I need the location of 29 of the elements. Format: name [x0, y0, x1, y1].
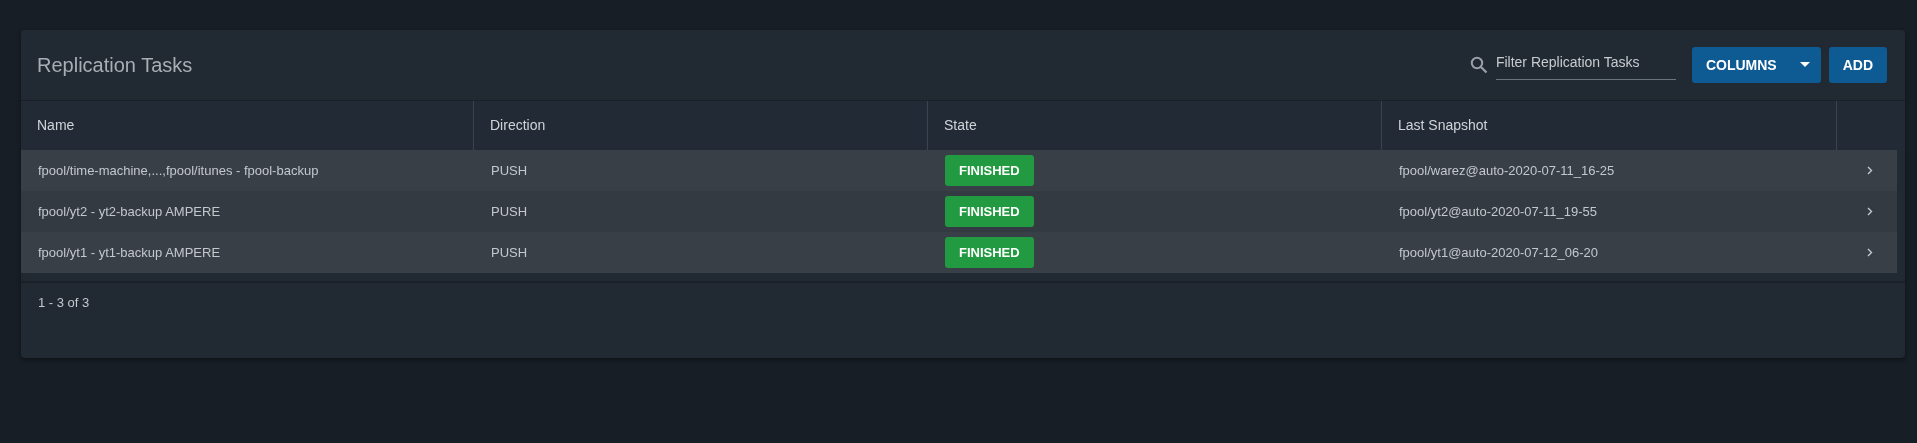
chevron-right-icon[interactable]: [1867, 166, 1873, 175]
table-cell-text: fpool/yt1@auto-2020-07-12_06-20: [1399, 243, 1598, 262]
filter-field[interactable]: Filter Replication Tasks: [1495, 50, 1676, 80]
pagination-range: 1 - 3 of 3: [38, 294, 90, 313]
table-cell-text: fpool/yt2@auto-2020-07-11_19-55: [1399, 202, 1597, 221]
table-row[interactable]: fpool/time-machine,...,fpool/itunes - fpool-backup PUSH FINISHED fpool/warez@auto-2020-07-11_16-25: [21, 150, 1897, 191]
table-cell-text: fpool/yt1 - yt1-backup AMPERE: [38, 243, 221, 262]
table-cell-text: PUSH: [491, 243, 528, 262]
table-cell-text: fpool/warez@auto-2020-07-11_16-25: [1399, 161, 1615, 180]
search-icon: [1469, 56, 1488, 74]
page-title: Replication Tasks: [37, 53, 194, 78]
caret-icon: [1798, 61, 1811, 69]
column-header[interactable]: State: [944, 115, 977, 136]
column-header[interactable]: Name: [37, 115, 75, 136]
status-badge: FINISHED: [945, 236, 1034, 269]
table-row[interactable]: fpool/yt1 - yt1-backup AMPERE PUSH FINISHED fpool/yt1@auto-2020-07-12_06-20: [21, 232, 1897, 273]
table-cell-text: fpool/time-machine,...,fpool/itunes - fpool-backup: [38, 161, 319, 180]
column-header[interactable]: Last Snapshot: [1398, 115, 1488, 136]
add-button[interactable]: ADD: [1828, 47, 1887, 83]
chevron-right-icon[interactable]: [1867, 248, 1873, 257]
table-row[interactable]: fpool/yt2 - yt2-backup AMPERE PUSH FINISHED fpool/yt2@auto-2020-07-11_19-55: [21, 191, 1897, 232]
status-badge: FINISHED: [945, 154, 1034, 187]
columns-dropdown-button[interactable]: COLUMNS: [1691, 47, 1821, 83]
column-header[interactable]: Direction: [490, 115, 546, 136]
table-cell-text: PUSH: [491, 202, 528, 221]
table-cell-text: fpool/yt2 - yt2-backup AMPERE: [38, 202, 221, 221]
chevron-right-icon[interactable]: [1867, 207, 1873, 216]
table-cell-text: PUSH: [491, 161, 528, 180]
status-badge: FINISHED: [945, 195, 1034, 228]
